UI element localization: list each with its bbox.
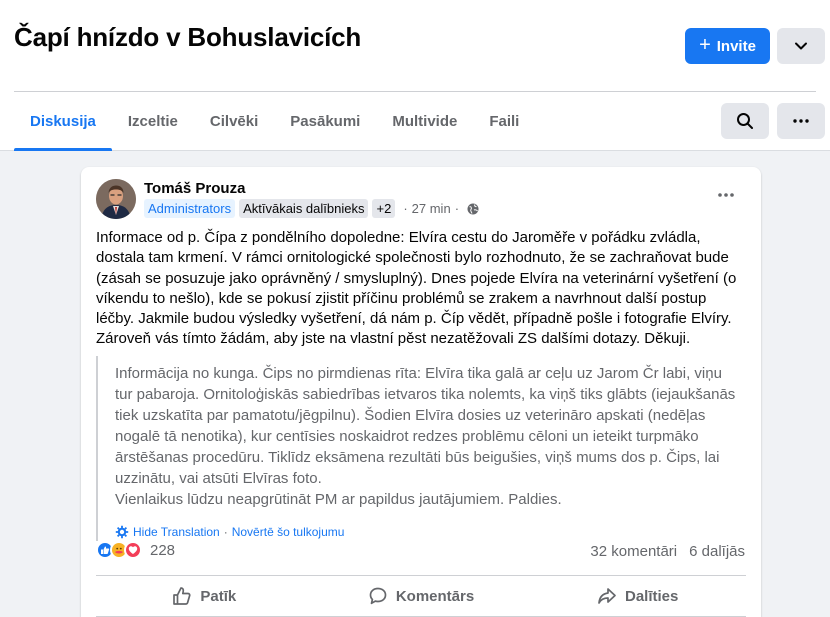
translated-paragraph: Vienlaikus lūdzu neapgrūtināt PM ar papi… [115, 491, 562, 508]
search-icon [737, 113, 753, 129]
hide-translation-link[interactable]: Hide Translation [133, 525, 220, 539]
group-tabs: Diskusija Izceltie Cilvēki Pasākumi Mult… [14, 92, 535, 151]
comment-label: Komentārs [395, 587, 475, 605]
globe-icon [467, 203, 479, 215]
tab-events[interactable]: Pasākumi [274, 92, 376, 151]
like-button[interactable]: Patīk [96, 579, 313, 613]
post-card: Tomáš Prouza Administrators Aktīvākais d… [81, 167, 761, 617]
share-label: Dalīties [625, 587, 679, 605]
group-title: Čapí hnízdo v Bohuslavicích [14, 22, 362, 52]
rate-translation-link[interactable]: Novērtē šo tulkojumu [232, 525, 345, 539]
comment-bubble-icon [369, 587, 387, 605]
tab-media[interactable]: Multivide [376, 92, 473, 151]
share-arrow-icon [598, 588, 616, 604]
tab-label: Cilvēki [209, 113, 259, 130]
share-button[interactable]: Dalīties [529, 579, 746, 613]
post-paragraph: Informace od p. Čípa z pondělního dopole… [96, 229, 737, 328]
tab-label: Diskusija [30, 113, 96, 130]
share-count[interactable]: 6 dalījās [689, 543, 745, 560]
reaction-count: 228 [150, 541, 176, 559]
actions-divider [96, 575, 746, 576]
thumbs-up-icon [173, 587, 191, 605]
post-time[interactable]: 27 min [412, 201, 451, 216]
plus-icon: + [699, 34, 711, 56]
post-actions: Patīk Komentārs Dalīties [96, 579, 746, 613]
avatar-photo-icon [96, 179, 136, 219]
badge-admin[interactable]: Administrators [144, 199, 236, 218]
translation-block: Informācija no kunga. Čips no pirmdienas… [96, 356, 736, 541]
comment-count[interactable]: 32 komentāri [590, 543, 677, 560]
tab-discussion[interactable]: Diskusija [14, 92, 112, 151]
tab-featured[interactable]: Izceltie [112, 92, 194, 151]
author-name[interactable]: Tomáš Prouza [144, 180, 245, 197]
invite-label: Invite [716, 37, 756, 55]
comment-button[interactable]: Komentārs [313, 579, 530, 613]
tab-label: Izceltie [127, 113, 178, 130]
more-dots-icon [718, 193, 734, 197]
chevron-down-icon [795, 42, 807, 50]
translation-links: Hide Translation · Novērtē šo tulkojumu [115, 525, 736, 541]
separator-dot: · [223, 525, 228, 539]
like-label: Patīk [200, 587, 237, 605]
translated-paragraph: Informācija no kunga. Čips no pirmdienas… [115, 365, 736, 487]
tab-label: Pasākumi [290, 113, 361, 130]
author-avatar[interactable] [96, 179, 136, 219]
post-paragraph: Zároveň vás tímto žádám, aby jste na vla… [96, 330, 691, 348]
engagement-counts: 32 komentāri 6 dalījās [590, 543, 745, 560]
group-header: Čapí hnízdo v Bohuslavicích + Invite Dis… [0, 0, 830, 151]
more-dots-icon [793, 119, 809, 123]
post-meta: Administrators Aktīvākais dalībnieks +2 … [144, 199, 479, 218]
tab-people[interactable]: Cilvēki [194, 92, 274, 151]
love-reaction-icon [124, 541, 142, 559]
group-options-button[interactable] [777, 28, 825, 64]
invite-button[interactable]: + Invite [685, 28, 770, 64]
separator-dot: · [454, 201, 460, 216]
search-button[interactable] [721, 103, 769, 139]
badge-more[interactable]: +2 [372, 199, 396, 218]
post-text: Informace od p. Čípa z pondělního dopole… [96, 228, 746, 350]
reaction-summary[interactable]: 228 [96, 541, 175, 559]
tab-label: Multivide [392, 113, 458, 130]
more-options-button[interactable] [777, 103, 825, 139]
separator-dot: · [403, 201, 408, 216]
badge-top-contributor[interactable]: Aktīvākais dalībnieks [239, 199, 369, 218]
tab-files[interactable]: Faili [473, 92, 535, 151]
tab-label: Faili [489, 113, 520, 130]
post-options-button[interactable] [711, 183, 741, 207]
translated-text: Informācija no kunga. Čips no pirmdienas… [115, 356, 736, 510]
gear-icon[interactable] [115, 525, 129, 539]
